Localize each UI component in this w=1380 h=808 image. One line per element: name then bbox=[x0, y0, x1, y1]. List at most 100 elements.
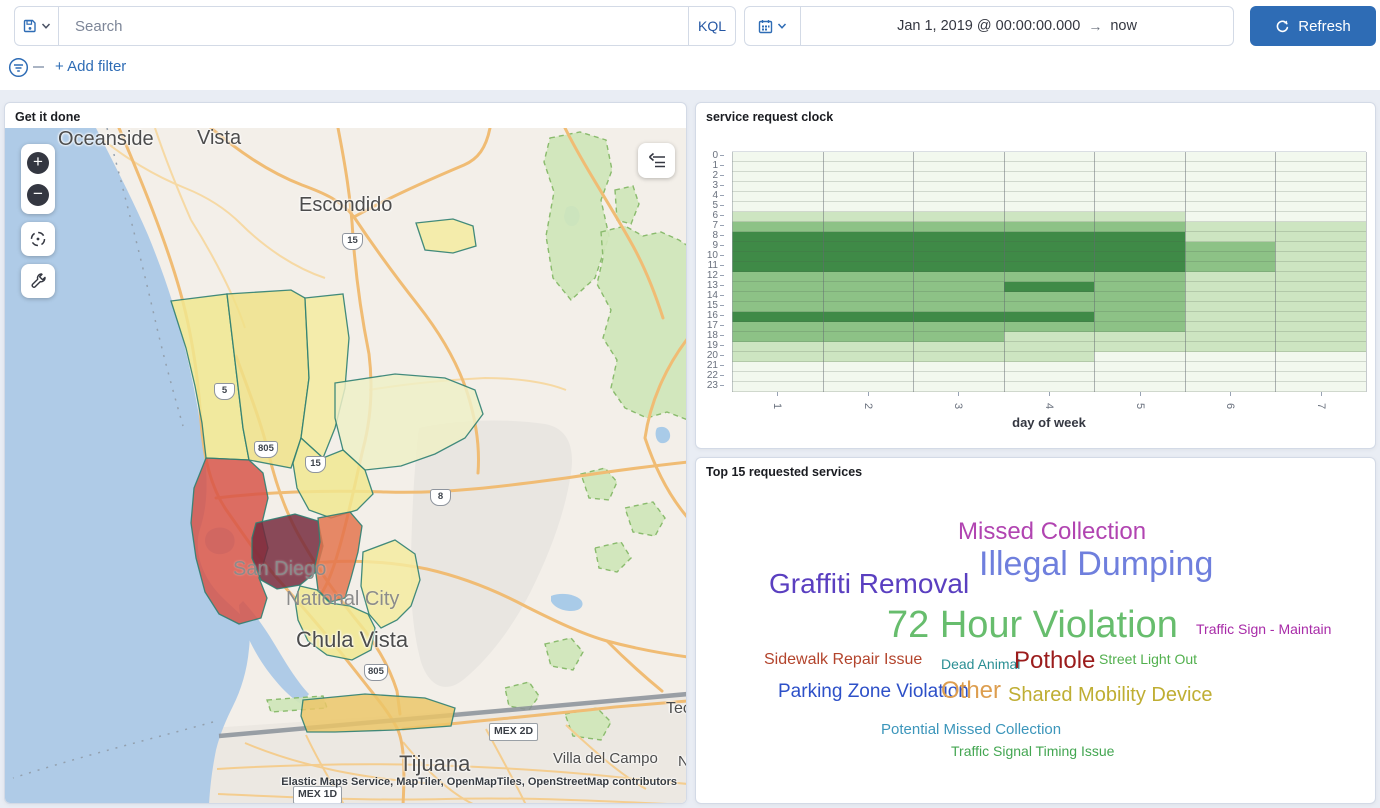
heatmap-cell[interactable] bbox=[1094, 322, 1185, 332]
heatmap-cell[interactable] bbox=[1004, 212, 1095, 222]
heatmap-cell[interactable] bbox=[1094, 192, 1185, 202]
heatmap-cell[interactable] bbox=[1004, 352, 1095, 362]
heatmap-cell[interactable] bbox=[1094, 212, 1185, 222]
heatmap-cell[interactable] bbox=[1185, 282, 1276, 292]
heatmap-cell[interactable] bbox=[1004, 232, 1095, 242]
add-filter-button[interactable]: + Add filter bbox=[55, 58, 126, 75]
heatmap-cell[interactable] bbox=[732, 232, 823, 242]
heatmap-cell[interactable] bbox=[1094, 292, 1185, 302]
heatmap-cell[interactable] bbox=[732, 282, 823, 292]
heatmap-cell[interactable] bbox=[823, 302, 914, 312]
refresh-button[interactable]: Refresh bbox=[1250, 6, 1376, 46]
legend-toggle-button[interactable] bbox=[638, 143, 675, 178]
heatmap-cell[interactable] bbox=[1185, 192, 1276, 202]
heatmap-cell[interactable] bbox=[1185, 252, 1276, 262]
heatmap-cell[interactable] bbox=[1275, 152, 1366, 162]
tagcloud-word[interactable]: Illegal Dumping bbox=[979, 547, 1213, 581]
heatmap-cell[interactable] bbox=[1275, 382, 1366, 392]
zoom-in-button[interactable]: + bbox=[27, 152, 49, 174]
heatmap-cell[interactable] bbox=[913, 272, 1004, 282]
heatmap-cell[interactable] bbox=[1094, 242, 1185, 252]
heatmap-cell[interactable] bbox=[1275, 222, 1366, 232]
heatmap-cell[interactable] bbox=[1185, 322, 1276, 332]
heatmap-cell[interactable] bbox=[1275, 332, 1366, 342]
heatmap-cell[interactable] bbox=[823, 192, 914, 202]
heatmap-cell[interactable] bbox=[823, 172, 914, 182]
heatmap-cell[interactable] bbox=[1275, 262, 1366, 272]
heatmap-cell[interactable] bbox=[1185, 242, 1276, 252]
heatmap-cell[interactable] bbox=[732, 152, 823, 162]
heatmap-cell[interactable] bbox=[913, 262, 1004, 272]
heatmap-cell[interactable] bbox=[1094, 152, 1185, 162]
heatmap-cell[interactable] bbox=[1275, 362, 1366, 372]
heatmap-cell[interactable] bbox=[823, 182, 914, 192]
heatmap-cell[interactable] bbox=[913, 342, 1004, 352]
heatmap-cell[interactable] bbox=[913, 202, 1004, 212]
heatmap-cell[interactable] bbox=[913, 382, 1004, 392]
heatmap-cell[interactable] bbox=[1185, 162, 1276, 172]
heatmap-cell[interactable] bbox=[913, 242, 1004, 252]
heatmap-cell[interactable] bbox=[1275, 372, 1366, 382]
heatmap-cell[interactable] bbox=[823, 162, 914, 172]
heatmap-cell[interactable] bbox=[1094, 342, 1185, 352]
heatmap-cell[interactable] bbox=[732, 362, 823, 372]
heatmap-cell[interactable] bbox=[1185, 302, 1276, 312]
heatmap-cell[interactable] bbox=[823, 282, 914, 292]
heatmap-cell[interactable] bbox=[732, 352, 823, 362]
heatmap-cell[interactable] bbox=[1275, 302, 1366, 312]
heatmap-cell[interactable] bbox=[1275, 212, 1366, 222]
heatmap-cell[interactable] bbox=[823, 292, 914, 302]
draw-tools-button[interactable] bbox=[21, 264, 55, 298]
heatmap-cell[interactable] bbox=[1275, 202, 1366, 212]
search-input[interactable] bbox=[59, 7, 688, 45]
heatmap-cell[interactable] bbox=[1004, 202, 1095, 212]
heatmap-cell[interactable] bbox=[732, 322, 823, 332]
heatmap-cell[interactable] bbox=[913, 362, 1004, 372]
heatmap-cell[interactable] bbox=[1004, 262, 1095, 272]
heatmap-cell[interactable] bbox=[1275, 342, 1366, 352]
heatmap-cell[interactable] bbox=[1094, 262, 1185, 272]
heatmap-cell[interactable] bbox=[1004, 292, 1095, 302]
heatmap-cell[interactable] bbox=[1185, 342, 1276, 352]
saved-query-menu-button[interactable] bbox=[15, 7, 59, 45]
heatmap-cell[interactable] bbox=[913, 332, 1004, 342]
heatmap-cell[interactable] bbox=[1094, 312, 1185, 322]
heatmap-cell[interactable] bbox=[732, 212, 823, 222]
heatmap-cell[interactable] bbox=[913, 162, 1004, 172]
heatmap-cell[interactable] bbox=[1185, 352, 1276, 362]
heatmap-cell[interactable] bbox=[1275, 162, 1366, 172]
heatmap-cell[interactable] bbox=[823, 322, 914, 332]
heatmap-cell[interactable] bbox=[913, 212, 1004, 222]
filter-settings-button[interactable] bbox=[8, 57, 29, 83]
heatmap-cell[interactable] bbox=[1004, 282, 1095, 292]
heatmap-cell[interactable] bbox=[1094, 272, 1185, 282]
heatmap-cell[interactable] bbox=[1185, 382, 1276, 392]
heatmap-cell[interactable] bbox=[732, 222, 823, 232]
heatmap-cell[interactable] bbox=[1185, 212, 1276, 222]
heatmap-cell[interactable] bbox=[1185, 262, 1276, 272]
heatmap-cell[interactable] bbox=[1004, 382, 1095, 392]
heatmap-cell[interactable] bbox=[1004, 272, 1095, 282]
heatmap-cell[interactable] bbox=[1004, 162, 1095, 172]
heatmap-cell[interactable] bbox=[1275, 192, 1366, 202]
heatmap-cell[interactable] bbox=[1275, 252, 1366, 262]
heatmap-cell[interactable] bbox=[1004, 322, 1095, 332]
heatmap-cell[interactable] bbox=[823, 372, 914, 382]
heatmap-cell[interactable] bbox=[1185, 372, 1276, 382]
heatmap-cell[interactable] bbox=[1094, 382, 1185, 392]
heatmap-cell[interactable] bbox=[1094, 282, 1185, 292]
heatmap-cell[interactable] bbox=[913, 352, 1004, 362]
heatmap-cell[interactable] bbox=[1094, 172, 1185, 182]
heatmap-cell[interactable] bbox=[1275, 232, 1366, 242]
heatmap-cell[interactable] bbox=[732, 332, 823, 342]
heatmap-cell[interactable] bbox=[1004, 312, 1095, 322]
heatmap-cell[interactable] bbox=[1094, 182, 1185, 192]
heatmap-cell[interactable] bbox=[732, 302, 823, 312]
heatmap-cell[interactable] bbox=[732, 312, 823, 322]
heatmap-cell[interactable] bbox=[913, 232, 1004, 242]
heatmap-cell[interactable] bbox=[823, 342, 914, 352]
heatmap-cell[interactable] bbox=[823, 252, 914, 262]
heatmap-cell[interactable] bbox=[823, 382, 914, 392]
heatmap-cell[interactable] bbox=[1275, 282, 1366, 292]
heatmap-cell[interactable] bbox=[732, 252, 823, 262]
